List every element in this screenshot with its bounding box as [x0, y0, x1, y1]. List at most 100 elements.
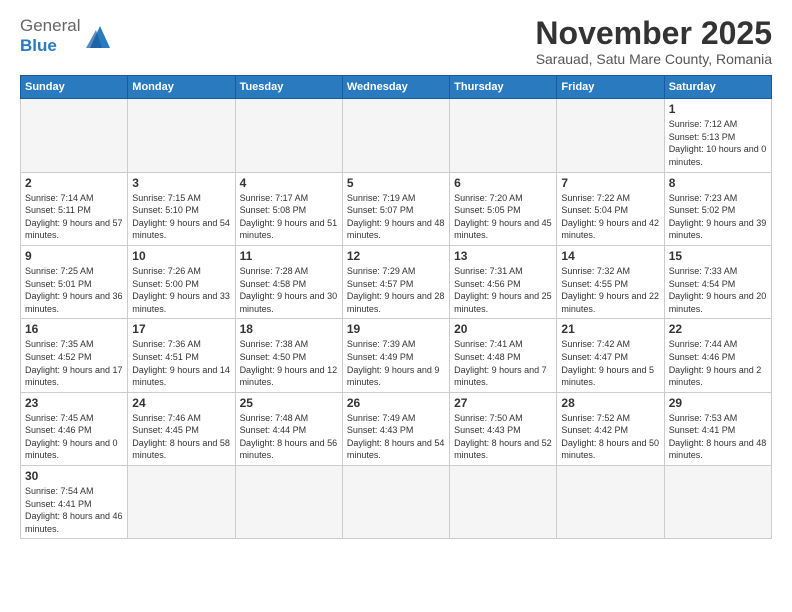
- table-row: [450, 99, 557, 172]
- day-number: 5: [347, 176, 445, 190]
- table-row: 15 Sunrise: 7:33 AMSunset: 4:54 PMDayligh…: [664, 245, 771, 318]
- calendar-week-row: 2 Sunrise: 7:14 AMSunset: 5:11 PMDaylight…: [21, 172, 772, 245]
- table-row: 9Sunrise: 7:25 AMSunset: 5:01 PMDaylight…: [21, 245, 128, 318]
- table-row: 28 Sunrise: 7:52 AMSunset: 4:42 PMDayligh…: [557, 392, 664, 465]
- day-info: Sunrise: 7:42 AMSunset: 4:47 PMDaylight:…: [561, 338, 659, 388]
- day-info: Sunrise: 7:29 AMSunset: 4:57 PMDaylight:…: [347, 265, 445, 315]
- day-number: 11: [240, 249, 338, 263]
- table-row: [664, 466, 771, 539]
- day-number: 22: [669, 322, 767, 336]
- table-row: 17 Sunrise: 7:36 AMSunset: 4:51 PMDayligh…: [128, 319, 235, 392]
- day-info: Sunrise: 7:22 AMSunset: 5:04 PMDaylight:…: [561, 192, 659, 242]
- day-info: Sunrise: 7:48 AMSunset: 4:44 PMDaylight:…: [240, 412, 338, 462]
- table-row: 1 Sunrise: 7:12 AMSunset: 5:13 PMDaylight…: [664, 99, 771, 172]
- day-info: Sunrise: 7:35 AMSunset: 4:52 PMDaylight:…: [25, 338, 123, 388]
- day-info: Sunrise: 7:23 AMSunset: 5:02 PMDaylight:…: [669, 192, 767, 242]
- day-number: 1: [669, 102, 767, 116]
- title-block: November 2025 Sarauad, Satu Mare County,…: [535, 16, 772, 67]
- table-row: [235, 466, 342, 539]
- day-info: Sunrise: 7:45 AMSunset: 4:46 PMDaylight:…: [25, 412, 123, 462]
- header-thursday: Thursday: [450, 76, 557, 99]
- day-number: 25: [240, 396, 338, 410]
- table-row: [450, 466, 557, 539]
- day-number: 10: [132, 249, 230, 263]
- table-row: 3 Sunrise: 7:15 AMSunset: 5:10 PMDaylight…: [128, 172, 235, 245]
- day-number: 28: [561, 396, 659, 410]
- day-number: 4: [240, 176, 338, 190]
- table-row: 20 Sunrise: 7:41 AMSunset: 4:48 PMDayligh…: [450, 319, 557, 392]
- day-info: Sunrise: 7:28 AMSunset: 4:58 PMDaylight:…: [240, 265, 338, 315]
- day-number: 27: [454, 396, 552, 410]
- table-row: 19Sunrise: 7:39 AMSunset: 4:49 PMDayligh…: [342, 319, 449, 392]
- table-row: 10Sunrise: 7:26 AMSunset: 5:00 PMDayligh…: [128, 245, 235, 318]
- day-info: Sunrise: 7:33 AMSunset: 4:54 PMDaylight:…: [669, 265, 767, 315]
- day-number: 21: [561, 322, 659, 336]
- day-number: 7: [561, 176, 659, 190]
- table-row: [557, 99, 664, 172]
- day-info: Sunrise: 7:46 AMSunset: 4:45 PMDaylight:…: [132, 412, 230, 462]
- header: General Blue November 2025 Sarauad, Satu…: [20, 16, 772, 67]
- day-number: 15: [669, 249, 767, 263]
- day-number: 20: [454, 322, 552, 336]
- calendar-subtitle: Sarauad, Satu Mare County, Romania: [535, 51, 772, 67]
- day-number: 2: [25, 176, 123, 190]
- calendar-week-row: 16 Sunrise: 7:35 AMSunset: 4:52 PMDayligh…: [21, 319, 772, 392]
- day-number: 24: [132, 396, 230, 410]
- table-row: [128, 466, 235, 539]
- day-info: Sunrise: 7:32 AMSunset: 4:55 PMDaylight:…: [561, 265, 659, 315]
- day-number: 26: [347, 396, 445, 410]
- day-number: 13: [454, 249, 552, 263]
- table-row: 14 Sunrise: 7:32 AMSunset: 4:55 PMDayligh…: [557, 245, 664, 318]
- calendar-header-row: Sunday Monday Tuesday Wednesday Thursday…: [21, 76, 772, 99]
- header-sunday: Sunday: [21, 76, 128, 99]
- table-row: 13Sunrise: 7:31 AMSunset: 4:56 PMDayligh…: [450, 245, 557, 318]
- table-row: [235, 99, 342, 172]
- table-row: 2 Sunrise: 7:14 AMSunset: 5:11 PMDaylight…: [21, 172, 128, 245]
- day-number: 23: [25, 396, 123, 410]
- day-number: 19: [347, 322, 445, 336]
- day-info: Sunrise: 7:52 AMSunset: 4:42 PMDaylight:…: [561, 412, 659, 462]
- table-row: [21, 99, 128, 172]
- day-info: Sunrise: 7:15 AMSunset: 5:10 PMDaylight:…: [132, 192, 230, 242]
- day-number: 16: [25, 322, 123, 336]
- table-row: 6 Sunrise: 7:20 AMSunset: 5:05 PMDaylight…: [450, 172, 557, 245]
- day-number: 18: [240, 322, 338, 336]
- day-info: Sunrise: 7:20 AMSunset: 5:05 PMDaylight:…: [454, 192, 552, 242]
- calendar-week-row: 23 Sunrise: 7:45 AMSunset: 4:46 PMDayligh…: [21, 392, 772, 465]
- day-info: Sunrise: 7:17 AMSunset: 5:08 PMDaylight:…: [240, 192, 338, 242]
- day-number: 8: [669, 176, 767, 190]
- table-row: 16 Sunrise: 7:35 AMSunset: 4:52 PMDayligh…: [21, 319, 128, 392]
- day-number: 14: [561, 249, 659, 263]
- day-number: 29: [669, 396, 767, 410]
- table-row: 11 Sunrise: 7:28 AMSunset: 4:58 PMDayligh…: [235, 245, 342, 318]
- day-info: Sunrise: 7:36 AMSunset: 4:51 PMDaylight:…: [132, 338, 230, 388]
- day-number: 17: [132, 322, 230, 336]
- table-row: 23 Sunrise: 7:45 AMSunset: 4:46 PMDayligh…: [21, 392, 128, 465]
- calendar-week-row: 1 Sunrise: 7:12 AMSunset: 5:13 PMDaylight…: [21, 99, 772, 172]
- day-info: Sunrise: 7:41 AMSunset: 4:48 PMDaylight:…: [454, 338, 552, 388]
- header-friday: Friday: [557, 76, 664, 99]
- table-row: 4 Sunrise: 7:17 AMSunset: 5:08 PMDaylight…: [235, 172, 342, 245]
- table-row: 5Sunrise: 7:19 AMSunset: 5:07 PMDaylight…: [342, 172, 449, 245]
- table-row: 8 Sunrise: 7:23 AMSunset: 5:02 PMDaylight…: [664, 172, 771, 245]
- day-info: Sunrise: 7:54 AMSunset: 4:41 PMDaylight:…: [25, 485, 123, 535]
- table-row: 26Sunrise: 7:49 AMSunset: 4:43 PMDayligh…: [342, 392, 449, 465]
- table-row: [342, 99, 449, 172]
- calendar-title: November 2025: [535, 16, 772, 51]
- logo-blue: Blue: [20, 36, 57, 55]
- day-number: 9: [25, 249, 123, 263]
- day-info: Sunrise: 7:44 AMSunset: 4:46 PMDaylight:…: [669, 338, 767, 388]
- day-info: Sunrise: 7:14 AMSunset: 5:11 PMDaylight:…: [25, 192, 123, 242]
- table-row: [128, 99, 235, 172]
- day-info: Sunrise: 7:50 AMSunset: 4:43 PMDaylight:…: [454, 412, 552, 462]
- calendar-week-row: 9Sunrise: 7:25 AMSunset: 5:01 PMDaylight…: [21, 245, 772, 318]
- day-number: 3: [132, 176, 230, 190]
- table-row: [557, 466, 664, 539]
- table-row: 12Sunrise: 7:29 AMSunset: 4:57 PMDayligh…: [342, 245, 449, 318]
- table-row: 18Sunrise: 7:38 AMSunset: 4:50 PMDayligh…: [235, 319, 342, 392]
- day-info: Sunrise: 7:12 AMSunset: 5:13 PMDaylight:…: [669, 118, 767, 168]
- day-number: 6: [454, 176, 552, 190]
- table-row: [342, 466, 449, 539]
- day-info: Sunrise: 7:53 AMSunset: 4:41 PMDaylight:…: [669, 412, 767, 462]
- day-number: 30: [25, 469, 123, 483]
